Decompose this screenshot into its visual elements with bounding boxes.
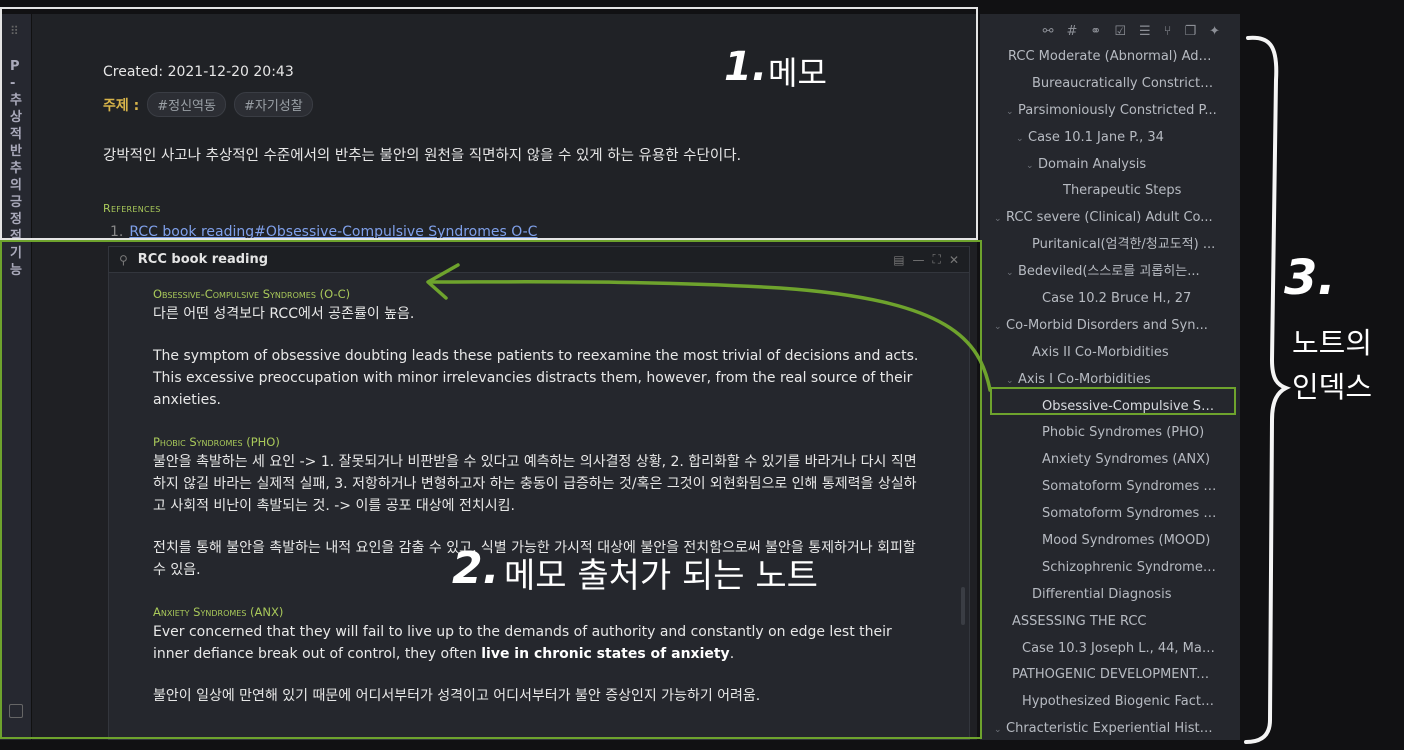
annotation-3-text-line1: 노트의 <box>1292 326 1373 360</box>
annotation-strokes <box>426 35 1291 744</box>
annotation-3-number: 3. <box>1284 250 1336 306</box>
annotation-1-text: 메모 <box>768 54 827 92</box>
annotation-1-number: 1. <box>724 44 768 90</box>
arrow-line <box>428 280 992 392</box>
brace-stroke <box>1244 35 1291 744</box>
annotation-2-text: 메모 출처가 되는 노트 <box>504 556 818 596</box>
annotation-3-text-line2: 인덱스 <box>1292 370 1373 404</box>
app-frame: ⠿ P-추상적 반추의 긍정적 기능 Created: 2021-12-20 2… <box>0 0 1404 750</box>
annotation-2-number: 2. <box>452 543 500 594</box>
